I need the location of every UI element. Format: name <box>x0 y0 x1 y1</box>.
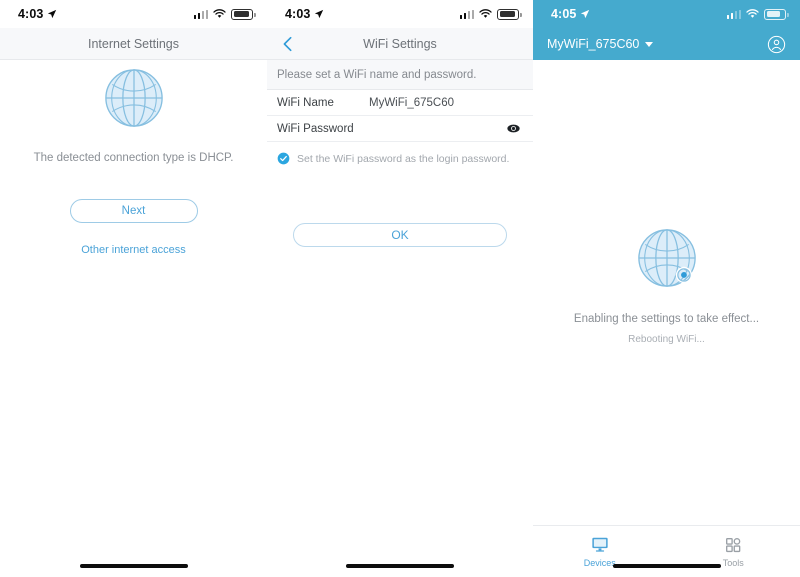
screen-wifi-settings: 4:03 WiFi Settings Please set a WiFi nam… <box>267 0 533 577</box>
status-bar-left: 4:03 <box>285 7 324 21</box>
status-time: 4:03 <box>18 7 44 21</box>
caret-down-icon <box>645 41 654 47</box>
router-name-label: MyWiFi_675C60 <box>547 37 640 51</box>
tab-tools[interactable]: Tools <box>667 526 800 577</box>
check-circle-icon[interactable] <box>277 152 290 165</box>
nav-bar: MyWiFi_675C60 <box>533 28 800 60</box>
login-password-checkbox-label: Set the WiFi password as the login passw… <box>297 152 510 165</box>
status-bar: 4:03 <box>267 0 533 28</box>
cellular-signal-icon <box>193 9 208 19</box>
bottom-tab-bar: Devices Tools <box>533 525 800 577</box>
tab-devices[interactable]: Devices <box>533 526 667 577</box>
form-instruction: Please set a WiFi name and password. <box>267 60 533 90</box>
monitor-icon <box>592 537 608 552</box>
battery-icon <box>497 8 522 20</box>
status-bar-left: 4:05 <box>551 7 590 21</box>
router-name-dropdown[interactable]: MyWiFi_675C60 <box>547 37 654 51</box>
battery-icon <box>764 8 789 20</box>
status-bar-left: 4:03 <box>18 7 57 21</box>
ok-button[interactable]: OK <box>293 223 507 247</box>
wifi-name-label: WiFi Name <box>277 96 334 109</box>
connection-type-caption: The detected connection type is DHCP. <box>33 152 234 164</box>
globe-illustration <box>533 227 800 289</box>
enabling-status-text: Enabling the settings to take effect... <box>573 313 760 325</box>
home-indicator <box>346 564 454 568</box>
wifi-name-row[interactable]: WiFi Name MyWiFi_675C60 <box>267 90 533 116</box>
screen-body: The detected connection type is DHCP. Ne… <box>0 60 267 577</box>
wifi-password-row[interactable]: WiFi Password <box>267 116 533 142</box>
tab-tools-label: Tools <box>722 557 744 568</box>
globe-illustration <box>0 67 267 129</box>
account-circle-icon[interactable] <box>767 35 786 54</box>
status-time: 4:03 <box>285 7 311 21</box>
screen-rebooting-wifi: 4:05 MyWiFi_675C60 Enabling the settings… <box>533 0 800 577</box>
battery-icon <box>231 8 256 20</box>
rebooting-status-text: Rebooting WiFi... <box>628 334 705 345</box>
globe-icon <box>637 229 696 287</box>
other-internet-access-link[interactable]: Other internet access <box>0 244 267 256</box>
eye-icon[interactable] <box>506 121 521 136</box>
status-bar-right <box>193 8 256 20</box>
wifi-icon <box>479 9 492 18</box>
cellular-signal-icon <box>459 9 474 19</box>
location-arrow-icon <box>315 9 324 19</box>
page-title: WiFi Settings <box>363 36 437 51</box>
home-indicator <box>79 564 188 568</box>
status-bar: 4:03 <box>0 0 267 28</box>
status-time: 4:05 <box>551 7 577 21</box>
wifi-icon <box>746 9 759 18</box>
grid-apps-icon <box>726 537 741 552</box>
status-bar-right <box>459 8 522 20</box>
home-indicator <box>612 564 721 568</box>
globe-icon <box>104 69 163 127</box>
chevron-left-icon[interactable] <box>279 35 297 53</box>
status-bar-right <box>726 8 789 20</box>
status-bar: 4:05 <box>533 0 800 28</box>
tab-devices-label: Devices <box>583 557 616 568</box>
screen-body: Please set a WiFi name and password. WiF… <box>267 60 533 577</box>
location-arrow-icon <box>48 9 57 19</box>
login-password-checkbox-row[interactable]: Set the WiFi password as the login passw… <box>267 142 533 165</box>
nav-bar: WiFi Settings <box>267 28 533 60</box>
three-screen-comparison: 4:03 Internet Settings The detected conn… <box>0 0 800 577</box>
nav-bar: Internet Settings <box>0 28 267 60</box>
screen-internet-settings: 4:03 Internet Settings The detected conn… <box>0 0 267 577</box>
wifi-password-label: WiFi Password <box>277 122 354 135</box>
cellular-signal-icon <box>726 9 741 19</box>
gear-icon <box>675 266 692 284</box>
wifi-icon <box>213 9 226 18</box>
page-title: Internet Settings <box>87 36 180 51</box>
next-button[interactable]: Next <box>69 199 198 223</box>
screen-body: Enabling the settings to take effect... … <box>533 60 800 577</box>
location-arrow-icon <box>581 9 590 19</box>
wifi-name-input[interactable]: MyWiFi_675C60 <box>369 97 521 109</box>
